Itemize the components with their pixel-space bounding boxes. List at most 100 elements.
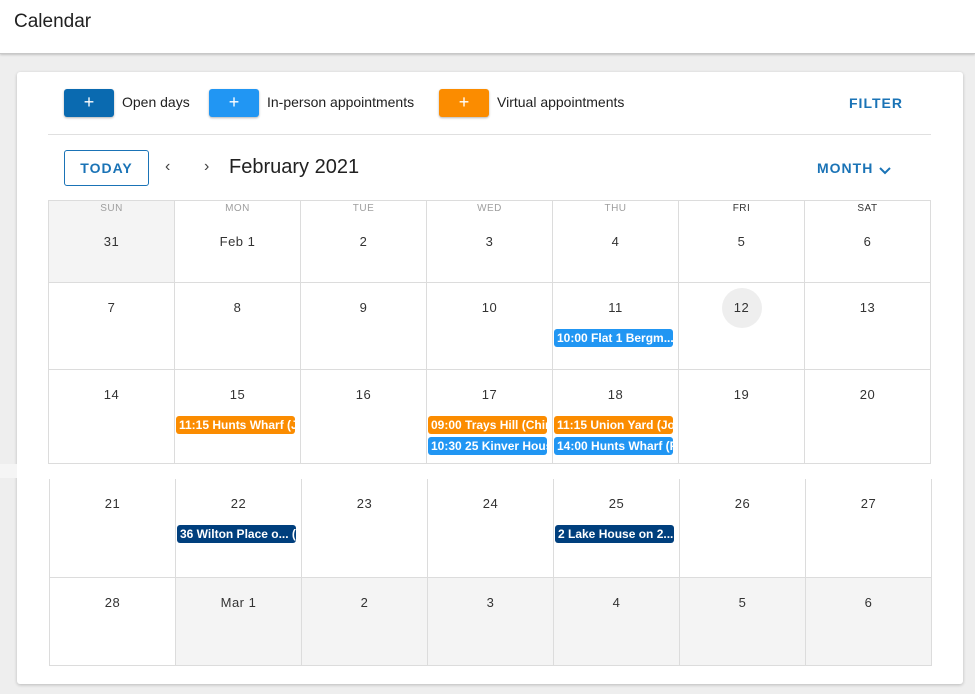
day-cell[interactable]: 9: [301, 283, 427, 370]
legend-virtual-label: Virtual appointments: [497, 94, 625, 110]
day-number[interactable]: 10: [427, 300, 552, 315]
day-number[interactable]: 2: [301, 234, 426, 249]
calendar-event[interactable]: 11:15 Hunts Wharf (Jo: [176, 416, 295, 434]
app-header: Calendar: [0, 0, 975, 54]
day-cell[interactable]: 23: [302, 479, 428, 578]
day-number[interactable]: 3: [428, 595, 553, 610]
page-gap: [0, 464, 17, 478]
calendar-event[interactable]: 10:30 25 Kinver House: [428, 437, 547, 455]
day-number[interactable]: 6: [805, 234, 930, 249]
prev-month-button[interactable]: ‹: [165, 158, 170, 176]
view-selector[interactable]: MONTH: [817, 160, 892, 176]
day-number[interactable]: 14: [49, 387, 174, 402]
calendar-event[interactable]: 2 Lake House on 2... (: [555, 525, 674, 543]
day-number[interactable]: 23: [302, 496, 427, 511]
day-number[interactable]: 22: [176, 496, 301, 511]
weekday-header: WED: [477, 203, 502, 214]
day-cell[interactable]: 25 2 Lake House on 2... (: [554, 479, 680, 578]
day-cell[interactable]: 4: [554, 578, 680, 666]
day-number[interactable]: 17: [427, 387, 552, 402]
day-cell[interactable]: 7: [48, 283, 175, 370]
day-cell[interactable]: 16: [301, 370, 427, 464]
day-number[interactable]: 28: [50, 595, 175, 610]
day-cell[interactable]: 2: [302, 578, 428, 666]
day-number[interactable]: 8: [175, 300, 300, 315]
legend-in-person-label: In-person appointments: [267, 94, 415, 110]
weekday-header: SUN: [100, 203, 123, 214]
add-virtual-appointment-button[interactable]: +: [439, 89, 489, 117]
today-button[interactable]: TODAY: [64, 150, 149, 186]
day-number[interactable]: 19: [679, 387, 804, 402]
day-number[interactable]: 20: [805, 387, 930, 402]
next-month-button[interactable]: ›: [204, 158, 209, 176]
day-cell[interactable]: 13: [805, 283, 931, 370]
day-cell[interactable]: Mar 1: [176, 578, 302, 666]
day-cell[interactable]: 26: [680, 479, 806, 578]
day-cell[interactable]: THU 4: [553, 200, 679, 283]
day-number[interactable]: 27: [806, 496, 931, 511]
day-number[interactable]: 2: [302, 595, 427, 610]
day-cell[interactable]: 5: [680, 578, 806, 666]
day-cell[interactable]: 20: [805, 370, 931, 464]
day-cell[interactable]: 19: [679, 370, 805, 464]
day-number[interactable]: 16: [301, 387, 426, 402]
day-cell[interactable]: 3: [428, 578, 554, 666]
day-number[interactable]: 12: [679, 300, 804, 315]
day-cell[interactable]: MON Feb 1: [175, 200, 301, 283]
day-cell[interactable]: TUE 2: [301, 200, 427, 283]
day-cell[interactable]: WED 3: [427, 200, 553, 283]
day-number[interactable]: 5: [680, 595, 805, 610]
day-number[interactable]: 3: [427, 234, 552, 249]
day-number[interactable]: 5: [679, 234, 804, 249]
day-cell[interactable]: 21: [49, 479, 176, 578]
page-title: Calendar: [14, 11, 92, 32]
day-cell[interactable]: 8: [175, 283, 301, 370]
day-cell[interactable]: 15 11:15 Hunts Wharf (Jo: [175, 370, 301, 464]
add-open-day-button[interactable]: +: [64, 89, 114, 117]
day-cell[interactable]: 10: [427, 283, 553, 370]
view-label: MONTH: [817, 160, 874, 176]
day-number[interactable]: 13: [805, 300, 930, 315]
day-number[interactable]: 24: [428, 496, 553, 511]
day-number[interactable]: 31: [49, 234, 174, 249]
weekday-header: TUE: [352, 203, 375, 214]
day-number[interactable]: 4: [553, 234, 678, 249]
calendar-card: + Open days + In-person appointments + V…: [17, 72, 963, 684]
day-number[interactable]: 9: [301, 300, 426, 315]
day-cell[interactable]: 24: [428, 479, 554, 578]
calendar-event[interactable]: 11:15 Union Yard (Joh: [554, 416, 673, 434]
divider: [48, 134, 931, 135]
month-title: February 2021: [229, 156, 360, 178]
day-cell[interactable]: 12: [679, 283, 805, 370]
day-number[interactable]: 4: [554, 595, 679, 610]
filter-button[interactable]: FILTER: [849, 95, 903, 111]
day-number[interactable]: 15: [175, 387, 300, 402]
legend-open-days-label: Open days: [122, 94, 190, 110]
day-cell[interactable]: 6: [806, 578, 932, 666]
day-cell[interactable]: 28: [49, 578, 176, 666]
day-number[interactable]: 21: [50, 496, 175, 511]
day-cell[interactable]: 27: [806, 479, 932, 578]
calendar-event[interactable]: 10:00 Flat 1 Bergm... (: [554, 329, 673, 347]
day-number[interactable]: 18: [553, 387, 678, 402]
calendar-event[interactable]: 14:00 Hunts Wharf (Po: [554, 437, 673, 455]
day-number[interactable]: 26: [680, 496, 805, 511]
day-number[interactable]: Feb 1: [175, 234, 300, 249]
day-cell[interactable]: SAT 6: [805, 200, 931, 283]
day-number[interactable]: 25: [554, 496, 679, 511]
day-cell[interactable]: FRI 5: [679, 200, 805, 283]
calendar-event[interactable]: 09:00 Trays Hill (Chira: [428, 416, 547, 434]
weekday-header: MON: [225, 203, 250, 214]
day-number[interactable]: 11: [553, 300, 678, 315]
day-cell[interactable]: 18 11:15 Union Yard (Joh 14:00 Hunts Wharf…: [553, 370, 679, 464]
calendar-event[interactable]: 36 Wilton Place o... (D: [177, 525, 296, 543]
day-cell[interactable]: 17 09:00 Trays Hill (Chira 10:30 25 Kinver…: [427, 370, 553, 464]
day-cell[interactable]: SUN 31: [48, 200, 175, 283]
day-number[interactable]: 6: [806, 595, 931, 610]
day-cell[interactable]: 14: [48, 370, 175, 464]
day-number[interactable]: 7: [49, 300, 174, 315]
day-cell[interactable]: 22 36 Wilton Place o... (D: [176, 479, 302, 578]
add-in-person-appointment-button[interactable]: +: [209, 89, 259, 117]
day-cell[interactable]: 11 10:00 Flat 1 Bergm... (: [553, 283, 679, 370]
day-number[interactable]: Mar 1: [176, 595, 301, 610]
